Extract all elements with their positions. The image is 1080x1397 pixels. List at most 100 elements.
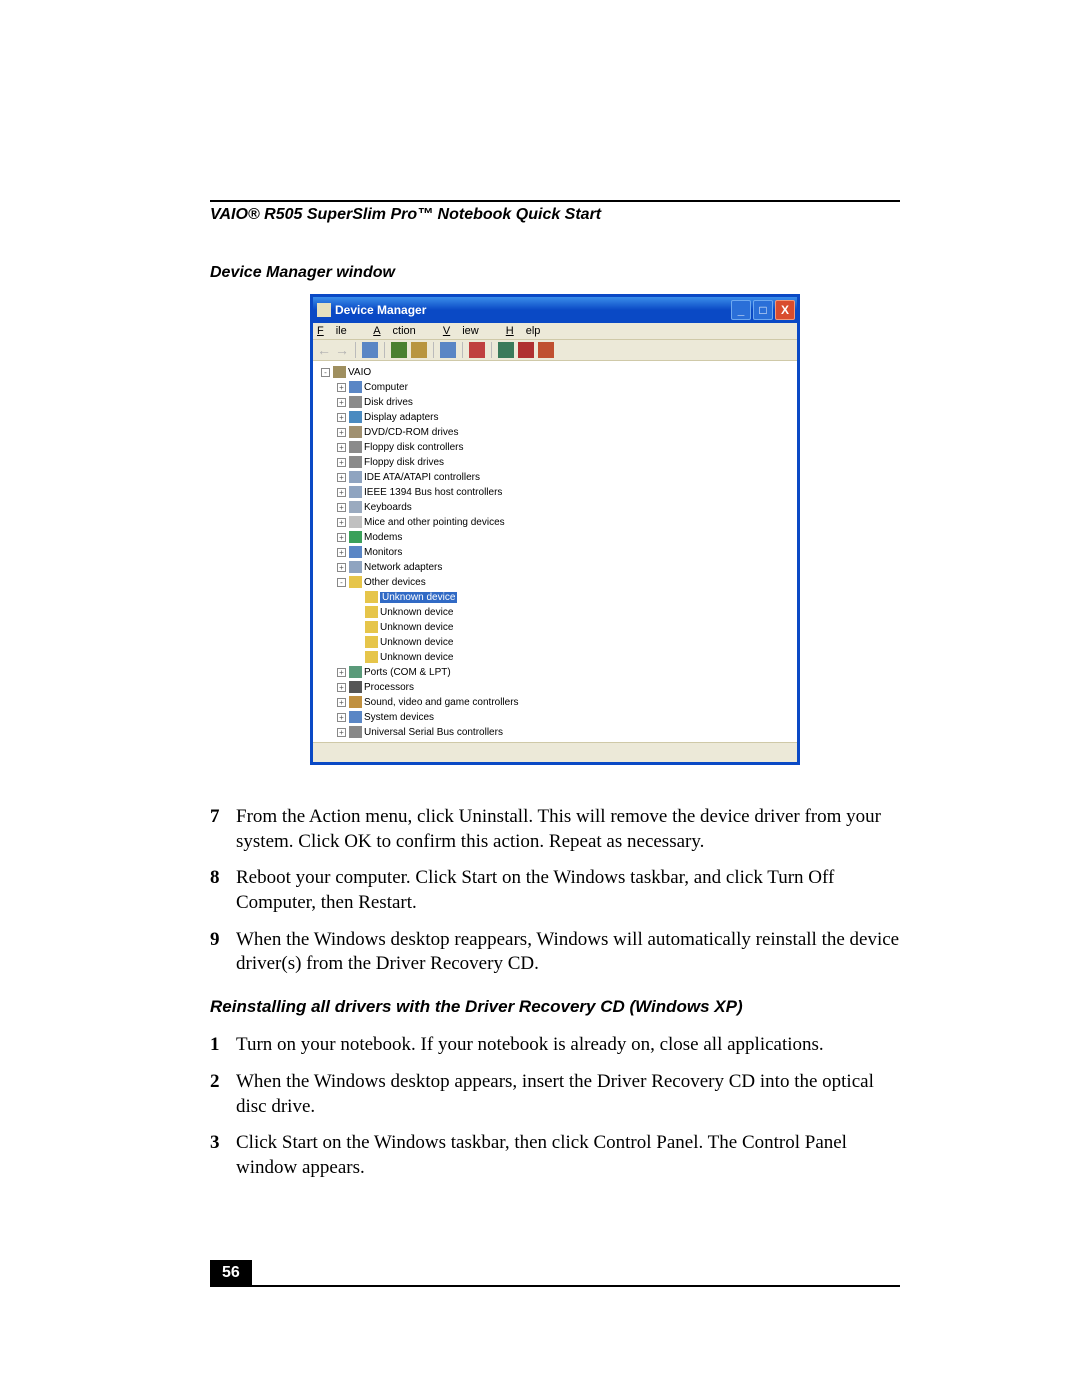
tree-node[interactable]: +Processors — [315, 680, 795, 694]
tool-icon[interactable] — [411, 342, 427, 358]
tree-node[interactable]: + Monitors — [315, 545, 795, 559]
unknown-icon — [365, 606, 378, 618]
step-number: 3 — [210, 1131, 236, 1180]
scan-icon[interactable] — [498, 342, 514, 358]
expand-box[interactable]: + — [337, 698, 346, 707]
tree-node[interactable]: +Universal Serial Bus controllers — [315, 725, 795, 739]
floppy-icon — [349, 456, 362, 468]
usb-icon — [349, 726, 362, 738]
expand-box[interactable]: - — [337, 578, 346, 587]
tree-node[interactable]: +Ports (COM & LPT) — [315, 665, 795, 679]
tree-node[interactable]: + Network adapters — [315, 560, 795, 574]
expand-box[interactable]: + — [337, 713, 346, 722]
tree-node-label: IEEE 1394 Bus host controllers — [364, 487, 502, 498]
tree-node[interactable]: - VAIO — [315, 365, 795, 379]
expand-box[interactable]: + — [337, 398, 346, 407]
step-number: 8 — [210, 866, 236, 915]
expand-box[interactable]: + — [337, 563, 346, 572]
tree-node-label: Floppy disk controllers — [364, 442, 463, 453]
tree-node[interactable]: +Display adapters — [315, 410, 795, 424]
tree-node-label: Unknown device — [380, 592, 457, 603]
tree-node-label: VAIO — [348, 367, 371, 378]
expand-box[interactable]: + — [337, 683, 346, 692]
net-icon — [349, 561, 362, 573]
sound-icon — [349, 696, 362, 708]
tree-node[interactable]: Unknown device — [315, 590, 795, 604]
tree-node[interactable]: Unknown device — [315, 635, 795, 649]
maximize-button[interactable]: □ — [753, 300, 773, 320]
proc-icon — [349, 681, 362, 693]
unknown-icon — [365, 651, 378, 663]
menu-file[interactable]: File — [317, 325, 359, 337]
tree-node[interactable]: + System devices — [315, 710, 795, 724]
expand-box[interactable]: + — [337, 488, 346, 497]
tree-node[interactable]: +Modems — [315, 530, 795, 544]
menu-action[interactable]: Action — [373, 325, 428, 337]
tree-node-label: Other devices — [364, 577, 426, 588]
expand-box[interactable]: + — [337, 443, 346, 452]
tree-node[interactable]: Unknown device — [315, 620, 795, 634]
tree-node[interactable]: Unknown device — [315, 605, 795, 619]
disable-icon[interactable] — [518, 342, 534, 358]
step-number: 9 — [210, 928, 236, 977]
expand-box[interactable]: + — [337, 383, 346, 392]
tree-node[interactable]: +Floppy disk drives — [315, 455, 795, 469]
tree-node[interactable]: + Disk drives — [315, 395, 795, 409]
step-text: Click Start on the Windows taskbar, then… — [236, 1131, 900, 1180]
step-number: 2 — [210, 1070, 236, 1119]
expand-box[interactable]: + — [337, 548, 346, 557]
expand-box[interactable]: + — [337, 668, 346, 677]
tree-node-label: Monitors — [364, 547, 402, 558]
step-number: 1 — [210, 1033, 236, 1058]
figure-caption: Device Manager window — [210, 264, 900, 282]
tree-node[interactable]: + Sound, video and game controllers — [315, 695, 795, 709]
close-button[interactable]: X — [775, 300, 795, 320]
step-text: Reboot your computer. Click Start on the… — [236, 866, 900, 915]
ide-icon — [349, 471, 362, 483]
expand-box[interactable]: + — [337, 518, 346, 527]
tool-icon[interactable] — [469, 342, 485, 358]
toolbar: ← → — [313, 339, 797, 361]
expand-box[interactable]: + — [337, 473, 346, 482]
uninstall-icon[interactable] — [538, 342, 554, 358]
expand-box[interactable]: + — [337, 428, 346, 437]
steps-list-b: 1Turn on your notebook. If your notebook… — [210, 1033, 900, 1180]
tree-node[interactable]: + Floppy disk controllers — [315, 440, 795, 454]
tool-icon[interactable] — [391, 342, 407, 358]
tool-icon[interactable] — [362, 342, 378, 358]
tree-node[interactable]: +Mice and other pointing devices — [315, 515, 795, 529]
app-icon — [317, 303, 331, 317]
tree-node[interactable]: + IEEE 1394 Bus host controllers — [315, 485, 795, 499]
tree-node[interactable]: +Computer — [315, 380, 795, 394]
tree-node[interactable]: +IDE ATA/ATAPI controllers — [315, 470, 795, 484]
tree-node-label: Network adapters — [364, 562, 442, 573]
step: 7From the Action menu, click Uninstall. … — [210, 805, 900, 854]
expand-box[interactable]: + — [337, 458, 346, 467]
tree-node-label: Disk drives — [364, 397, 413, 408]
expand-box[interactable]: + — [337, 503, 346, 512]
expand-box[interactable]: - — [321, 368, 330, 377]
tree-node[interactable]: +Keyboards — [315, 500, 795, 514]
tool-icon[interactable] — [440, 342, 456, 358]
tree-node[interactable]: +DVD/CD-ROM drives — [315, 425, 795, 439]
separator — [433, 342, 434, 358]
page-number: 56 — [210, 1260, 252, 1286]
floppy-icon — [349, 441, 362, 453]
menu-help[interactable]: Help — [506, 325, 553, 337]
display-icon — [349, 411, 362, 423]
tree-node-label: System devices — [364, 712, 434, 723]
port-icon — [349, 666, 362, 678]
expand-box[interactable]: + — [337, 533, 346, 542]
tree-node[interactable]: - Other devices — [315, 575, 795, 589]
step: 1Turn on your notebook. If your notebook… — [210, 1033, 900, 1058]
forward-icon[interactable]: → — [335, 342, 349, 358]
minimize-button[interactable]: _ — [731, 300, 751, 320]
dvd-icon — [349, 426, 362, 438]
steps-list: 7From the Action menu, click Uninstall. … — [210, 805, 900, 977]
expand-box[interactable]: + — [337, 728, 346, 737]
tree-node-label: Sound, video and game controllers — [364, 697, 519, 708]
menu-view[interactable]: View — [443, 325, 491, 337]
expand-box[interactable]: + — [337, 413, 346, 422]
tree-node[interactable]: Unknown device — [315, 650, 795, 664]
back-icon[interactable]: ← — [317, 342, 331, 358]
